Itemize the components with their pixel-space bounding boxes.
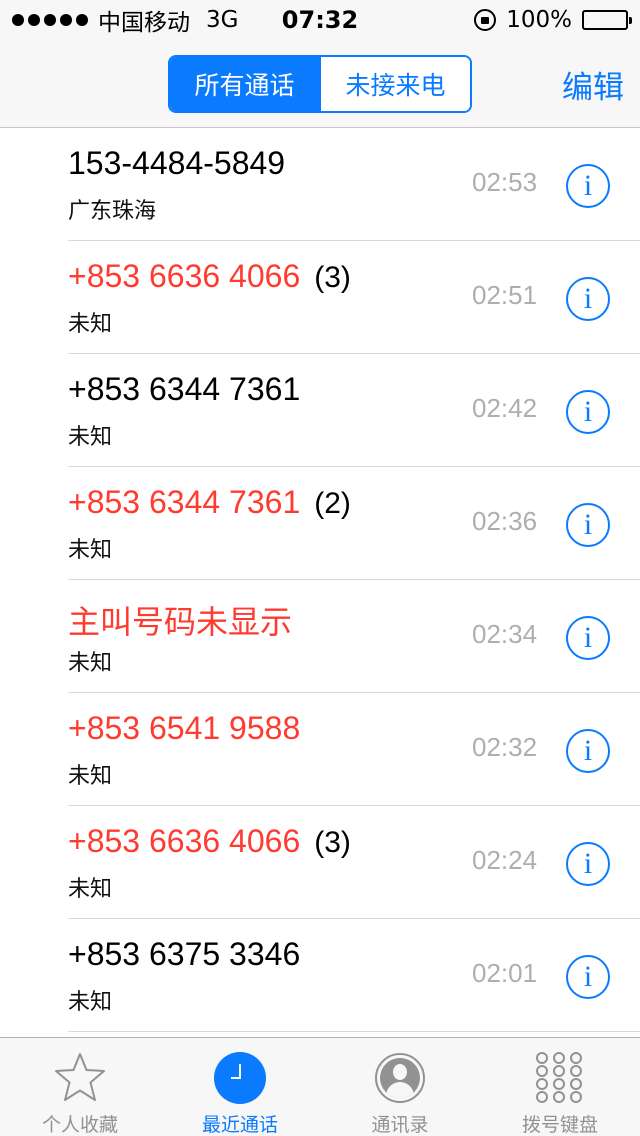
recent-calls-list: 153-4484-5849 广东珠海 02:53 i +853 6636 4066 (3)… (0, 128, 640, 1037)
segment-missed-calls[interactable]: 未接来电 (319, 57, 470, 111)
call-row[interactable]: +853 6636 4066 (3) 未知 02:51 i (0, 241, 640, 354)
call-row[interactable]: +853 6541 9588 未知 02:32 i (0, 693, 640, 806)
tab-keypad[interactable]: 拨号键盘 (480, 1038, 640, 1136)
caller-number: 153-4484-5849 (68, 145, 285, 182)
call-count: (3) (314, 261, 351, 294)
status-bar: 中国移动 3G 07:32 100% (0, 0, 640, 40)
tab-bar: 个人收藏 最近通话 通讯录 拨号键盘 (0, 1037, 640, 1136)
caller-number-text: +853 6344 7361 (68, 484, 301, 520)
info-icon[interactable]: i (566, 729, 610, 773)
info-icon[interactable]: i (566, 277, 610, 321)
call-time: 02:32 (472, 732, 538, 762)
call-row[interactable]: +853 6636 4066 (3) 未知 02:24 i (0, 806, 640, 919)
call-row[interactable]: +853 6344 7361 (2) 未知 02:36 i (0, 467, 640, 580)
caller-location: 未知 (68, 990, 113, 1015)
tab-recents[interactable]: 最近通话 (160, 1038, 320, 1136)
caller-location: 未知 (68, 312, 113, 337)
call-time: 02:34 (472, 619, 538, 649)
call-time: 02:51 (472, 280, 538, 310)
contacts-icon (372, 1050, 428, 1106)
star-icon (52, 1050, 108, 1106)
caller-location: 未知 (68, 877, 113, 902)
keypad-icon (532, 1050, 588, 1106)
caller-number-text: 153-4484-5849 (68, 145, 286, 181)
caller-number: +853 6541 9588 (68, 710, 300, 747)
caller-number: +853 6636 4066 (3) (68, 823, 351, 860)
call-count: (2) (314, 487, 351, 520)
caller-number: +853 6375 3346 (68, 936, 300, 973)
edit-button[interactable]: 编辑 (562, 62, 624, 107)
tab-label: 个人收藏 (41, 1114, 118, 1136)
caller-number-text: +853 6541 9588 (68, 710, 301, 746)
caller-number: +853 6636 4066 (3) (68, 258, 351, 295)
tab-label: 最近通话 (201, 1114, 278, 1136)
call-time: 02:42 (472, 393, 538, 423)
caller-number-text: +853 6344 7361 (68, 371, 301, 407)
info-icon[interactable]: i (566, 955, 610, 999)
caller-number-text: +853 6636 4066 (68, 258, 301, 294)
call-filter-segmented-control: 所有通话 未接来电 (168, 55, 472, 113)
call-row[interactable]: +853 6375 3346 未知 02:01 i (0, 919, 640, 1032)
call-count: (3) (314, 826, 351, 859)
call-row[interactable]: 主叫号码未显示未知 02:34 i (0, 580, 640, 693)
segment-all-calls[interactable]: 所有通话 (170, 57, 319, 111)
caller-location: 未知 (68, 651, 113, 676)
caller-location: 未知 (68, 538, 113, 563)
tab-contacts[interactable]: 通讯录 (320, 1038, 480, 1136)
caller-number: +853 6344 7361 (2) (68, 484, 351, 521)
rotation-lock-icon (474, 9, 497, 31)
tab-label: 拨号键盘 (521, 1114, 598, 1136)
info-icon[interactable]: i (566, 503, 610, 547)
caller-location: 未知 (68, 425, 113, 450)
tab-label: 通讯录 (371, 1114, 429, 1136)
caller-number: +853 6344 7361 (68, 371, 300, 408)
info-icon[interactable]: i (566, 164, 610, 208)
battery-percent: 100% (506, 7, 572, 33)
call-time: 02:24 (472, 845, 538, 875)
info-icon[interactable]: i (566, 390, 610, 434)
caller-number-text: 主叫号码未显示 (68, 604, 293, 640)
status-right: 100% (474, 6, 632, 34)
tab-favorites[interactable]: 个人收藏 (0, 1038, 160, 1136)
call-row[interactable]: +853 6344 7361 未知 02:42 i (0, 354, 640, 467)
nav-bar: 所有通话 未接来电 编辑 (0, 40, 640, 128)
clock-icon (212, 1050, 268, 1106)
call-row[interactable]: 153-4484-5849 广东珠海 02:53 i (0, 128, 640, 241)
caller-location: 未知 (68, 764, 113, 789)
caller-number-text: +853 6636 4066 (68, 823, 301, 859)
caller-number: 主叫号码未显示 (68, 597, 292, 643)
call-time: 02:53 (472, 167, 538, 197)
battery-icon (582, 10, 632, 30)
call-time: 02:36 (472, 506, 538, 536)
caller-location: 广东珠海 (68, 199, 157, 224)
info-icon[interactable]: i (566, 842, 610, 886)
call-time: 02:01 (472, 958, 538, 988)
caller-number-text: +853 6375 3346 (68, 936, 301, 972)
info-icon[interactable]: i (566, 616, 610, 660)
